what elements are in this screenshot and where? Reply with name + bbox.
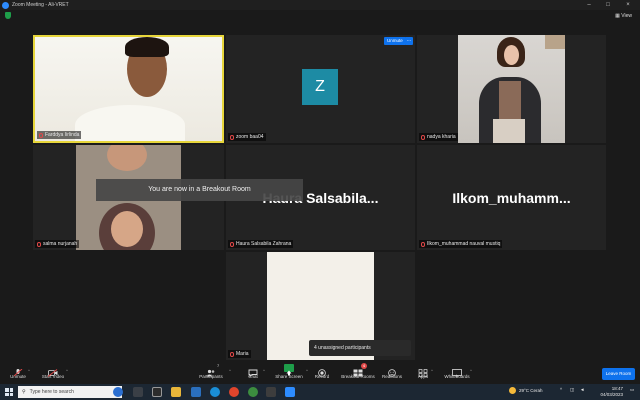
participant-figure (75, 105, 185, 141)
video-tile-nadya[interactable]: nadya kharia (417, 35, 606, 143)
windows-start-icon[interactable] (5, 388, 13, 396)
widgets-icon[interactable] (152, 387, 162, 397)
participant-trousers (493, 119, 525, 143)
title-bar: Zoom Meeting - Ali-VRET (0, 0, 640, 10)
participant-name: Farddya Iirlinda (45, 132, 80, 138)
search-placeholder: Type here to search (29, 389, 74, 395)
share-screen-icon (284, 364, 294, 376)
unassigned-participants-popup[interactable]: 4 unassigned participants (309, 340, 411, 356)
unmute-participant-button[interactable]: Unmute (384, 37, 406, 45)
chevron-up-icon[interactable]: ^ (66, 368, 68, 373)
zoom-taskbar-icon[interactable] (285, 387, 295, 397)
meeting-toolbar: Unmute ^ Start Video ^ 7 Participants ^ … (0, 362, 640, 384)
chevron-up-icon[interactable]: ^ (560, 387, 562, 392)
mic-off-icon (230, 241, 234, 247)
breakout-room-notification: You are now in a Breakout Room (96, 179, 303, 201)
participant-name: Ilkom_muhammad nauval mustiq (427, 241, 501, 247)
mic-off-icon (230, 134, 234, 140)
reactions-icon (387, 364, 397, 377)
participant-name-tag: Farddya Iirlinda (37, 131, 82, 139)
chevron-up-icon[interactable]: ^ (229, 368, 231, 373)
participant-top (499, 81, 521, 119)
participant-name-tag: salma nurjanah (35, 240, 80, 248)
participant-name: salma nurjanah (43, 241, 78, 247)
zoom-window: Zoom Meeting - Ali-VRET – □ × ▦ View Far… (0, 0, 640, 400)
chevron-up-icon[interactable]: ^ (263, 368, 265, 373)
video-tile-zoom-baa04[interactable]: Z zoom baa04 (226, 35, 415, 143)
wall-frame (545, 35, 565, 49)
mic-off-icon (13, 364, 23, 377)
view-label: View (621, 13, 632, 19)
clock-date: 04/03/2023 (600, 392, 623, 397)
minimize-icon[interactable]: – (582, 0, 596, 10)
window-title: Zoom Meeting - Ali-VRET (12, 2, 69, 8)
leave-room-button[interactable]: Leave Room (602, 368, 635, 380)
participant-face (504, 45, 519, 65)
participants-button[interactable]: 7 Participants (191, 363, 231, 379)
participant-name-tag: Maria (228, 350, 251, 358)
participant-name: zoom baa04 (236, 134, 264, 140)
mic-off-icon (421, 134, 425, 140)
network-icon[interactable]: ◫ (570, 387, 574, 393)
system-clock[interactable]: 18:47 04/03/2023 (600, 386, 623, 398)
avatar: Z (302, 69, 338, 105)
close-icon[interactable]: × (621, 0, 635, 10)
weather-text: 29°C Cerah (519, 388, 543, 393)
participant-hair (125, 37, 169, 57)
record-button[interactable]: Record (302, 364, 342, 379)
whiteboards-icon (452, 364, 462, 377)
breakout-rooms-badge: 4 (361, 363, 367, 369)
chrome-icon[interactable] (229, 387, 239, 397)
chat-icon (248, 364, 258, 378)
windows-taskbar: ⚲ Type here to search 29°C Cerah ^ ◫ ◄ 1… (0, 384, 640, 400)
apps-icon (418, 364, 428, 377)
zoom-logo-icon (2, 1, 9, 9)
video-tile-ilkom[interactable]: Ilkom_muhamm... Ilkom_muhammad nauval mu… (417, 145, 606, 250)
participant-name: Haura Salsabila Zahrana (236, 241, 292, 247)
mic-off-icon (421, 241, 425, 247)
participant-name-tag: zoom baa04 (228, 133, 266, 141)
edge-icon[interactable] (210, 387, 220, 397)
weather-widget[interactable]: 29°C Cerah (509, 387, 543, 394)
participant-name-tag: Ilkom_muhammad nauval mustiq (419, 240, 503, 248)
file-explorer-icon[interactable] (171, 387, 181, 397)
chat-button[interactable]: Chat (233, 364, 273, 379)
participant-name: Maria (236, 351, 249, 357)
task-view-icon[interactable] (133, 387, 143, 397)
view-grid-icon: ▦ (615, 13, 620, 19)
browser-icon[interactable] (248, 387, 258, 397)
taskbar-search-input[interactable]: ⚲ Type here to search (18, 386, 122, 398)
encryption-shield-icon[interactable] (5, 12, 11, 19)
participant-name-tag: nadya kharia (419, 133, 458, 141)
view-button[interactable]: ▦ View (615, 13, 632, 19)
search-icon: ⚲ (22, 389, 26, 395)
record-icon (317, 364, 327, 377)
mic-off-icon (37, 241, 41, 247)
chevron-up-icon[interactable]: ^ (431, 368, 433, 373)
volume-icon[interactable]: ◄ (580, 387, 584, 392)
mic-off-icon (39, 132, 43, 138)
participants-icon: 7 (206, 363, 220, 377)
more-options-button[interactable]: ... (405, 37, 413, 45)
video-off-icon (47, 364, 58, 377)
chevron-up-icon[interactable]: ^ (470, 368, 472, 373)
store-icon[interactable] (191, 387, 201, 397)
app-icon[interactable] (266, 387, 276, 397)
bing-icon[interactable] (113, 387, 123, 397)
video-tile-farddya[interactable]: Farddya Iirlinda (33, 35, 224, 143)
breakout-rooms-icon: 4 (353, 363, 367, 377)
chevron-up-icon[interactable]: ^ (28, 368, 30, 373)
participant-display-name: Ilkom_muhamm... (452, 189, 571, 206)
participant-name: nadya kharia (427, 134, 456, 140)
participants-count: 7 (217, 363, 220, 368)
mic-off-icon (230, 351, 234, 357)
notification-icon[interactable]: ▭ (630, 387, 634, 393)
maximize-icon[interactable]: □ (601, 0, 615, 10)
weather-sun-icon (509, 387, 516, 394)
participant-face (111, 211, 143, 247)
participant-name-tag: Haura Salsabila Zahrana (228, 240, 294, 248)
